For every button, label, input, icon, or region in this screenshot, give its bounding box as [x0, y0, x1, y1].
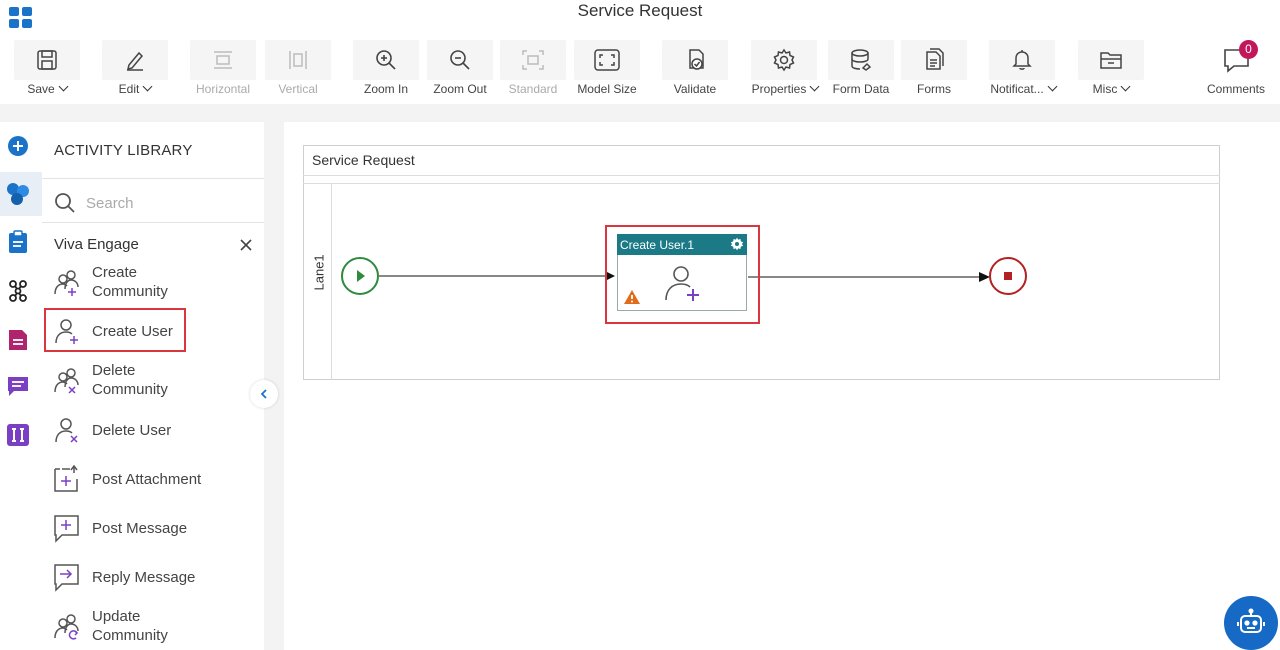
sequence-flow[interactable] [379, 271, 615, 281]
start-event[interactable] [341, 257, 379, 295]
robot-icon [1237, 608, 1265, 633]
end-event[interactable] [989, 257, 1027, 295]
sequence-flow[interactable] [748, 272, 990, 282]
flow-connectors [341, 257, 1027, 295]
activity-node-title: Create User.1 [620, 238, 695, 252]
create-user-icon [662, 263, 704, 308]
chatbot-button[interactable] [1224, 596, 1278, 650]
warning-icon [623, 289, 641, 310]
gear-icon[interactable] [730, 237, 744, 256]
